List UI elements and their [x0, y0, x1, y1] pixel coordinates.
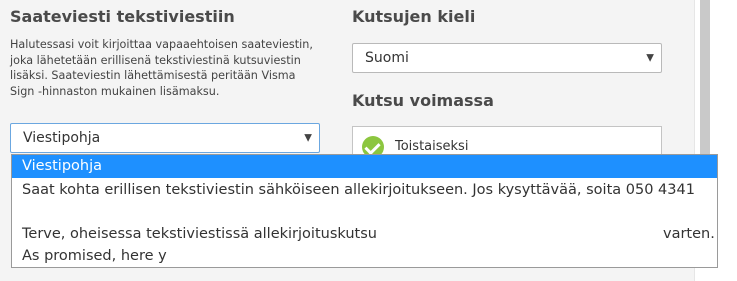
dropdown-option[interactable]: Viestipohja: [12, 155, 717, 178]
message-template-select[interactable]: Viestipohja ▼: [10, 123, 320, 153]
language-heading: Kutsujen kieli: [352, 7, 476, 26]
message-template-value: Viestipohja: [23, 130, 101, 146]
validity-heading: Kutsu voimassa: [352, 91, 494, 110]
redaction: [392, 225, 660, 245]
caret-down-icon: ▼: [646, 52, 654, 64]
dropdown-option-tail: varten.: [663, 226, 715, 242]
caret-down-icon: ▼: [304, 132, 312, 144]
language-value: Suomi: [365, 50, 409, 66]
redaction: [202, 247, 452, 267]
dropdown-option[interactable]: Saat kohta erillisen tekstiviestin sähkö…: [12, 179, 717, 201]
dropdown-option-text: Terve, oheisessa tekstiviestissä allekir…: [22, 226, 377, 242]
message-description: Halutessasi voit kirjoittaa vapaaehtoise…: [10, 38, 313, 98]
message-template-dropdown[interactable]: Viestipohja Saat kohta erillisen tekstiv…: [11, 154, 718, 268]
message-heading: Saateviesti tekstiviestiin: [10, 7, 235, 26]
language-select[interactable]: Suomi ▼: [352, 43, 662, 73]
validity-value: Toistaiseksi: [395, 139, 469, 154]
